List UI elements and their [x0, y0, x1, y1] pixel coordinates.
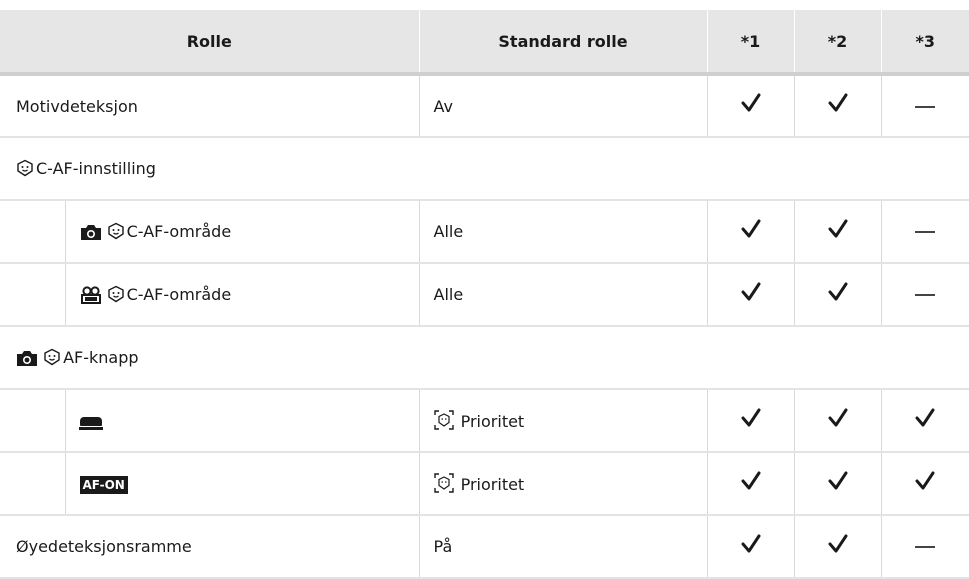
mark-cell [880, 389, 969, 453]
check-icon [828, 93, 848, 112]
table-row: C-AF-innstilling [0, 137, 969, 201]
af-on-button-icon: AF-ON [79, 475, 128, 494]
section-label: AF-knapp [63, 348, 139, 367]
dash-icon [915, 294, 936, 296]
row-name: C-AF-område [126, 222, 232, 241]
row-default: Av [418, 74, 708, 138]
mark-cell [706, 515, 795, 579]
table-row: Øyedeteksjonsramme På [0, 515, 969, 579]
mark-cell [706, 452, 795, 516]
mark-cell [880, 515, 969, 579]
mark-cell [793, 200, 882, 264]
indent-cell [0, 389, 65, 453]
mark-cell [706, 200, 795, 264]
row-default: På [418, 515, 708, 579]
header-standard-rolle: Standard rolle [419, 10, 708, 76]
check-icon [915, 408, 935, 426]
row-name: C-AF-område [126, 284, 232, 304]
mark-cell [880, 263, 969, 327]
camera-icon [17, 351, 37, 366]
camera-icon [80, 225, 101, 240]
section-label: C-AF-innstilling [36, 159, 156, 178]
table-row: AF-knapp [0, 326, 969, 390]
row-name-cell: AF-ON [64, 452, 420, 516]
row-default: Alle [418, 200, 708, 264]
check-icon [741, 93, 761, 112]
mark-cell [793, 515, 882, 579]
section-row-name: C-AF-innstilling [0, 137, 969, 201]
check-icon [741, 408, 761, 426]
face-frame-icon [433, 473, 454, 493]
indent-cell [0, 452, 65, 516]
table-row: C-AF-område Alle [0, 263, 969, 327]
row-name-cell: C-AF-område [64, 263, 420, 327]
mark-cell [706, 389, 795, 453]
header-col-2: *2 [794, 10, 882, 76]
row-name: Motivdeteksjon [0, 74, 420, 138]
face-icon [107, 222, 124, 240]
row-default-cell: Prioritet [418, 452, 708, 516]
check-icon [741, 282, 761, 300]
check-icon [741, 471, 761, 489]
mark-cell [793, 452, 882, 516]
check-icon [828, 471, 848, 489]
mark-cell [706, 263, 795, 327]
mark-cell [793, 263, 882, 327]
movie-icon [80, 286, 101, 305]
row-default: Alle [418, 263, 708, 327]
check-icon [741, 219, 761, 237]
indent-cell [0, 263, 65, 327]
mark-cell [880, 452, 969, 516]
face-icon [17, 159, 33, 177]
table-row: C-AF-område Alle [0, 200, 969, 264]
check-icon [915, 471, 935, 489]
settings-table: Rolle Standard rolle *1 *2 *3 Motivdetek… [0, 10, 969, 579]
table-row: Motivdeteksjon Av [0, 74, 969, 138]
dash-icon [915, 231, 936, 233]
header-col-3: *3 [881, 10, 969, 76]
shutter-button-icon [78, 417, 103, 430]
row-default-cell: Prioritet [418, 389, 708, 453]
mark-cell [880, 74, 969, 138]
table-row: AF-ON Prioritet [0, 452, 969, 516]
check-icon [828, 534, 848, 552]
mark-cell [706, 74, 795, 138]
header-row: Rolle Standard rolle *1 *2 *3 [0, 10, 969, 76]
section-row-name: AF-knapp [0, 326, 969, 390]
header-rolle: Rolle [0, 10, 420, 76]
dash-icon [915, 546, 936, 548]
face-icon [44, 348, 60, 366]
check-icon [741, 534, 761, 552]
check-icon [828, 219, 848, 237]
dash-icon [915, 105, 936, 108]
header-col-1: *1 [707, 10, 795, 76]
row-name-cell [64, 389, 420, 453]
face-frame-icon [433, 410, 454, 430]
row-default: Prioritet [460, 475, 525, 494]
mark-cell [880, 200, 969, 264]
row-name: Øyedeteksjonsramme [0, 515, 420, 579]
table-row: Prioritet [0, 389, 969, 453]
indent-cell [0, 200, 65, 264]
row-name-cell: C-AF-område [64, 200, 420, 264]
check-icon [828, 282, 848, 300]
check-icon [828, 408, 848, 426]
mark-cell [793, 389, 882, 453]
mark-cell [793, 74, 882, 138]
face-icon [107, 285, 124, 303]
row-default: Prioritet [460, 412, 525, 431]
